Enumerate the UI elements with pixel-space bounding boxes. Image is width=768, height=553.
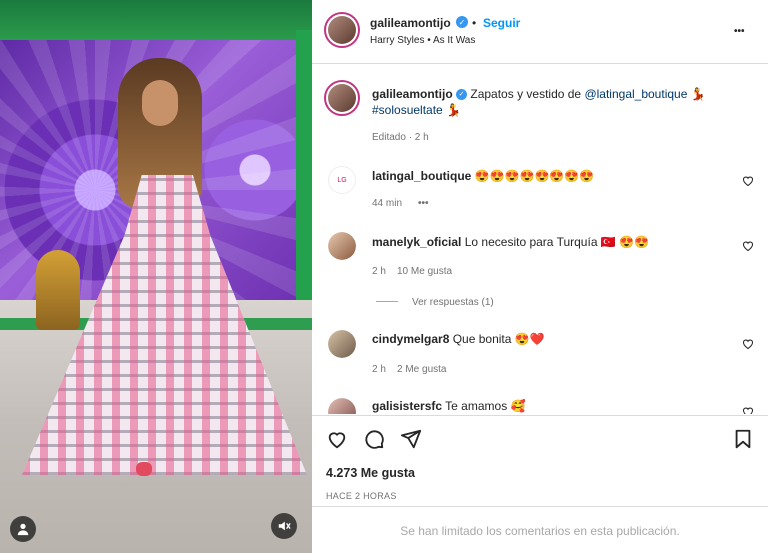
comment-like-icon[interactable] <box>742 406 754 414</box>
audio-track-link[interactable]: Harry Styles • As It Was <box>370 33 475 49</box>
comment-row: latingal_boutique 😍😍😍😍😍😍😍😍 <box>372 168 594 184</box>
share-send-icon[interactable] <box>400 428 422 450</box>
comment-avatar[interactable] <box>328 232 356 260</box>
comments-limited-notice: Se han limitado los comentarios en esta … <box>400 524 680 538</box>
person-face <box>142 80 178 126</box>
like-heart-icon[interactable] <box>326 428 348 450</box>
comment-likes[interactable]: 2 Me gusta <box>397 362 446 378</box>
comment-row: cindymelgar8 Que bonita 😍❤️ <box>372 331 545 347</box>
caption-hashtag[interactable]: #solosueltate <box>372 103 443 117</box>
comment-clip: galisistersfc Te amamos 🥰 <box>312 392 768 414</box>
save-bookmark-icon[interactable] <box>732 428 754 450</box>
comment-text: Que bonita 😍❤️ <box>452 332 545 346</box>
comment-username[interactable]: galisistersfc <box>372 399 442 413</box>
actions-divider <box>312 415 768 416</box>
author-username[interactable]: galileamontijo <box>370 15 451 31</box>
header-dot: • <box>472 16 477 30</box>
user-icon <box>17 523 29 536</box>
dress-emoji-icon: 💃 <box>446 103 462 117</box>
person-shoe <box>136 462 152 476</box>
comment-username[interactable]: manelyk_oficial <box>372 235 461 249</box>
post-details-panel: galileamontijo ✓ • Seguir Harry Styles •… <box>312 0 768 553</box>
comment-text: Lo necesito para Turquía 🇹🇷 😍😍 <box>464 235 649 249</box>
comment-text: 😍😍😍😍😍😍😍😍 <box>474 169 595 183</box>
comment-likes[interactable]: 10 Me gusta <box>397 264 452 280</box>
comment-time: 44 min <box>372 198 403 209</box>
caption-line-1: galileamontijo ✓ Zapatos y vestido de @l… <box>372 86 752 102</box>
follow-button[interactable]: Seguir <box>483 15 520 31</box>
caption-text: Zapatos y vestido de <box>470 87 582 101</box>
header-divider <box>312 63 768 64</box>
caption-line-2: #solosueltate 💃 <box>372 102 461 118</box>
comment-like-icon[interactable] <box>742 175 754 187</box>
view-replies-button[interactable]: Ver respuestas (1) <box>412 295 494 311</box>
post-date: HACE 2 HORAS <box>326 491 397 501</box>
comment-row: manelyk_oficial Lo necesito para Turquía… <box>372 234 649 250</box>
comment-text: Te amamos 🥰 <box>445 399 526 413</box>
tagged-user-button[interactable] <box>10 516 36 542</box>
caption-username[interactable]: galileamontijo <box>372 87 453 101</box>
comment-username[interactable]: cindymelgar8 <box>372 332 449 346</box>
comment-avatar[interactable]: LG <box>328 166 356 194</box>
comment-like-icon[interactable] <box>742 338 754 350</box>
buddha-statue <box>36 250 80 330</box>
comment-like-icon[interactable] <box>742 240 754 252</box>
comment-username[interactable]: latingal_boutique <box>372 169 471 183</box>
instagram-post-window: galileamontijo ✓ • Seguir Harry Styles •… <box>0 0 768 553</box>
likes-count[interactable]: 4.273 Me gusta <box>326 465 415 481</box>
comment-avatar[interactable] <box>328 398 356 414</box>
footer-divider <box>312 506 768 507</box>
background-green-right <box>296 30 312 320</box>
caption-mention[interactable]: @latingal_boutique <box>584 87 687 101</box>
mute-button[interactable] <box>271 513 297 539</box>
comment-bubble-icon[interactable] <box>363 428 385 450</box>
caption-meta: Editado · 2 h <box>372 132 429 143</box>
author-avatar[interactable] <box>324 12 360 48</box>
replies-line <box>376 301 398 302</box>
comment-row: galisistersfc Te amamos 🥰 <box>372 398 525 414</box>
verified-badge-icon: ✓ <box>456 16 468 28</box>
more-options-button[interactable]: ••• <box>734 24 745 40</box>
comment-time: 2 h <box>372 364 386 375</box>
comment-more-button[interactable]: ••• <box>418 196 429 212</box>
verified-badge-icon: ✓ <box>456 89 468 101</box>
comment-time: 2 h <box>372 266 386 277</box>
muted-speaker-icon <box>278 521 291 531</box>
caption-avatar[interactable] <box>324 80 360 116</box>
post-video[interactable] <box>0 0 312 553</box>
comment-avatar[interactable] <box>328 330 356 358</box>
dress-emoji-icon: 💃 <box>690 87 706 101</box>
